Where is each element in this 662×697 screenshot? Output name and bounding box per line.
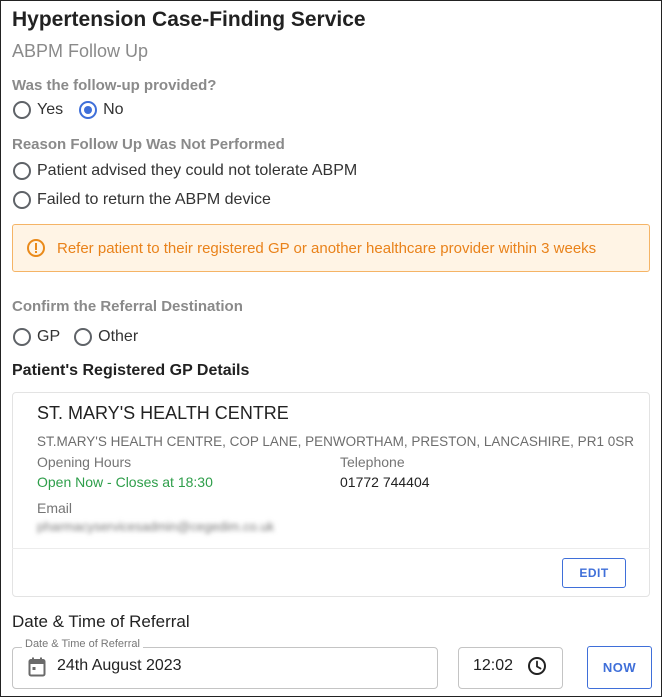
referral-gp-option[interactable]: GP xyxy=(13,328,60,346)
referral-date-value: 24th August 2023 xyxy=(57,657,182,674)
referral-question: Confirm the Referral Destination xyxy=(12,298,243,315)
followup-question: Was the follow-up provided? xyxy=(12,77,217,94)
datetime-field-label: Date & Time of Referral xyxy=(22,638,143,650)
followup-yes-option[interactable]: Yes xyxy=(13,101,63,119)
failed-return-radio[interactable] xyxy=(13,191,31,209)
gp-practice-name: ST. MARY'S HEALTH CENTRE xyxy=(37,403,289,423)
calendar-icon[interactable] xyxy=(28,657,46,677)
gp-radio[interactable] xyxy=(13,328,31,346)
page-title: Hypertension Case-Finding Service xyxy=(12,8,366,31)
tolerate-radio[interactable] xyxy=(13,162,31,180)
edit-gp-button[interactable]: EDIT xyxy=(562,558,626,588)
email-value: pharmacyservicesadmin@cegedim.co.uk xyxy=(37,519,275,534)
other-radio[interactable] xyxy=(74,328,93,346)
referral-alert: Refer patient to their registered GP or … xyxy=(12,224,650,272)
datetime-heading: Date & Time of Referral xyxy=(12,612,190,631)
opening-hours-label: Opening Hours xyxy=(37,454,132,470)
page-subtitle: ABPM Follow Up xyxy=(12,41,149,61)
referral-radio-group: GP Other xyxy=(13,326,138,348)
email-label: Email xyxy=(37,500,73,516)
gp-details-heading: Patient's Registered GP Details xyxy=(12,362,250,379)
referral-time-value: 12:02 xyxy=(473,657,514,674)
other-label: Other xyxy=(98,328,139,345)
yes-radio[interactable] xyxy=(13,101,31,119)
gp-address: ST.MARY'S HEALTH CENTRE, COP LANE, PENWO… xyxy=(37,434,634,449)
alert-text: Refer patient to their registered GP or … xyxy=(57,239,597,257)
opening-status: Open Now - Closes at 18:30 xyxy=(37,474,213,490)
tolerate-label: Patient advised they could not tolerate … xyxy=(37,162,358,179)
now-button[interactable]: NOW xyxy=(587,646,652,689)
followup-radio-group: Yes No xyxy=(13,99,124,121)
no-radio[interactable] xyxy=(79,101,98,119)
yes-label: Yes xyxy=(37,101,64,118)
gp-label: GP xyxy=(37,328,61,345)
reason-option-tolerate[interactable]: Patient advised they could not tolerate … xyxy=(13,160,357,182)
no-label: No xyxy=(103,101,124,118)
reason-option-failed-return[interactable]: Failed to return the ABPM device xyxy=(13,189,271,211)
warning-circle-icon xyxy=(27,239,45,257)
card-divider xyxy=(12,548,650,549)
telephone-value: 01772 744404 xyxy=(340,474,430,490)
failed-return-label: Failed to return the ABPM device xyxy=(37,191,271,208)
clock-icon[interactable] xyxy=(527,656,547,676)
telephone-label: Telephone xyxy=(340,454,405,470)
followup-no-option[interactable]: No xyxy=(79,101,124,119)
reason-question: Reason Follow Up Was Not Performed xyxy=(12,136,285,153)
referral-other-option[interactable]: Other xyxy=(74,328,138,346)
